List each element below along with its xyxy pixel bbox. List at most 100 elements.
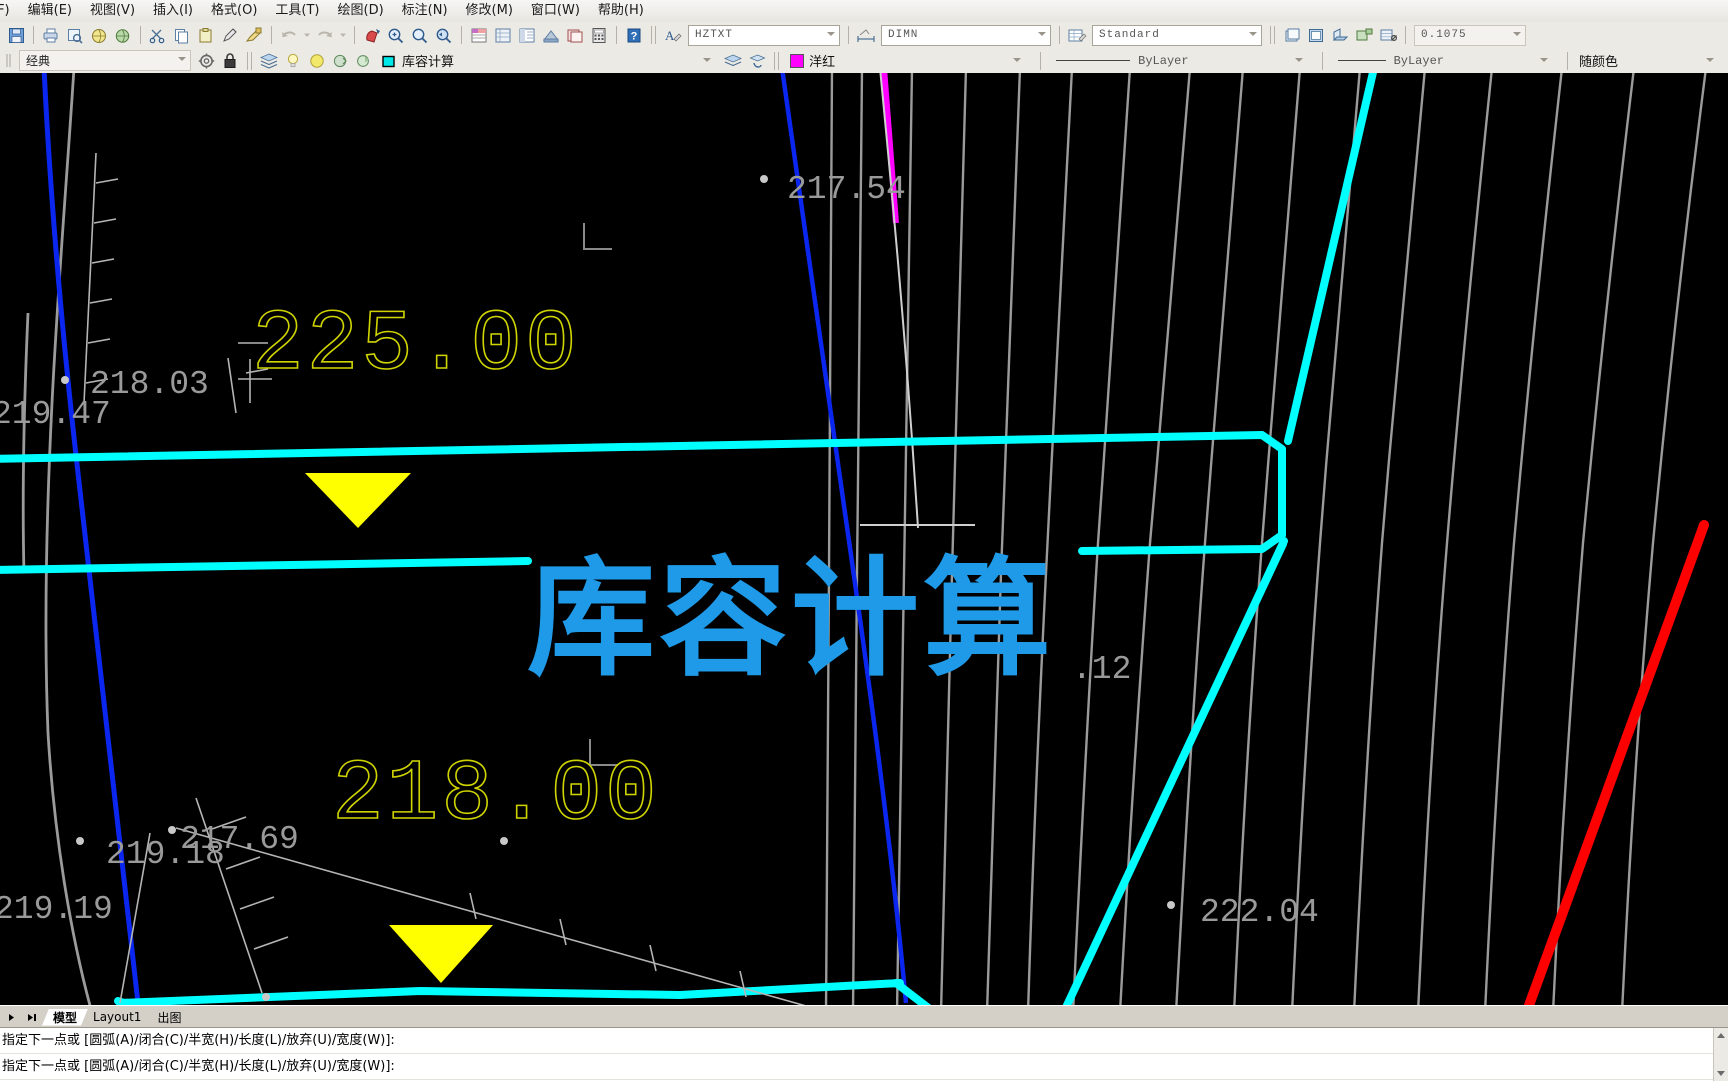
- layer-lock-icon[interactable]: [330, 50, 352, 71]
- zoom-in-icon[interactable]: [385, 25, 407, 46]
- menu-modify[interactable]: 修改(M): [457, 0, 522, 22]
- command-line-area[interactable]: 指定下一点或 [圆弧(A)/闭合(C)/半宽(H)/长度(L)/放弃(U)/宽度…: [0, 1027, 1728, 1081]
- ucs-manager-icon[interactable]: [1353, 25, 1375, 46]
- tab-next-icon[interactable]: [2, 1008, 21, 1026]
- plot-icon[interactable]: [40, 25, 62, 46]
- block-editor-icon[interactable]: [243, 25, 265, 46]
- layer-manager-icon[interactable]: [258, 50, 280, 71]
- workspace-combo[interactable]: 经典: [19, 50, 191, 71]
- text-style-combo[interactable]: HZTXT: [688, 24, 840, 46]
- chevron-down-icon[interactable]: [827, 31, 835, 36]
- table-style-combo[interactable]: Standard: [1092, 24, 1262, 46]
- menu-insert[interactable]: 插入(I): [144, 0, 202, 22]
- plot-preview-icon[interactable]: [64, 25, 86, 46]
- table-style-value: Standard: [1099, 29, 1160, 41]
- tab-layout1[interactable]: Layout1: [82, 1009, 152, 1026]
- contour-label-225: 225.00: [252, 296, 580, 394]
- chevron-down-icon[interactable]: [703, 57, 712, 62]
- autocad-window: (F) 编辑(E) 视图(V) 插入(I) 格式(O) 工具(T) 绘图(D) …: [0, 0, 1728, 1081]
- chevron-down-icon[interactable]: [1513, 31, 1521, 36]
- ucs-world-icon[interactable]: [1281, 25, 1303, 46]
- menu-tools[interactable]: 工具(T): [266, 0, 328, 22]
- layer-plot-icon[interactable]: [354, 50, 376, 71]
- help-icon[interactable]: ?: [623, 25, 645, 46]
- svg-text:?: ?: [631, 30, 638, 42]
- layer-freeze-icon[interactable]: [306, 50, 328, 71]
- zoom-previous-icon[interactable]: [433, 25, 455, 46]
- spot-label-219-47: 219.47: [0, 396, 111, 433]
- menu-help[interactable]: 帮助(H): [589, 0, 653, 22]
- menu-dimension[interactable]: 标注(N): [393, 0, 457, 22]
- text-style-icon[interactable]: A: [662, 25, 684, 46]
- menu-file[interactable]: (F): [0, 0, 19, 22]
- chevron-down-icon[interactable]: [178, 57, 186, 61]
- layer-on-icon[interactable]: [282, 50, 304, 71]
- tool-palettes-icon[interactable]: [516, 25, 538, 46]
- dim-style-icon[interactable]: [855, 25, 877, 46]
- zoom-window-icon[interactable]: [409, 25, 431, 46]
- menu-view[interactable]: 视图(V): [81, 0, 144, 22]
- ucs-settings-icon[interactable]: [1377, 25, 1399, 46]
- publish-icon[interactable]: [88, 25, 110, 46]
- workspace-lock-icon[interactable]: [219, 50, 241, 71]
- standard-toolbar: ? A HZTXT DIMN Standard 0.1075: [0, 22, 1728, 49]
- layer-color-swatch[interactable]: [378, 50, 400, 71]
- copy-icon[interactable]: [171, 25, 193, 46]
- chevron-down-icon[interactable]: [1038, 31, 1046, 36]
- undo-dropdown-icon[interactable]: [302, 25, 312, 46]
- menu-format[interactable]: 格式(O): [202, 0, 266, 22]
- match-properties-icon[interactable]: [219, 25, 241, 46]
- color-swatch: [790, 53, 805, 68]
- layers-properties-toolbar: 经典 库容计算 洋红 ByLayer ByLayer 随颜色: [0, 48, 1728, 74]
- dim-style-combo[interactable]: DIMN: [881, 24, 1051, 46]
- tab-last-icon[interactable]: [23, 1008, 42, 1026]
- command-prompt-line[interactable]: 指定下一点或 [圆弧(A)/闭合(C)/半宽(H)/长度(L)/放弃(U)/宽度…: [0, 1054, 1728, 1080]
- cut-icon[interactable]: [147, 25, 169, 46]
- save-icon[interactable]: [5, 25, 27, 46]
- red-boundary-line: [1523, 520, 1709, 1005]
- sheet-set-icon[interactable]: [540, 25, 562, 46]
- chevron-down-icon[interactable]: [1013, 57, 1022, 62]
- current-linetype-label[interactable]: ByLayer: [1138, 54, 1188, 68]
- paste-icon[interactable]: [195, 25, 217, 46]
- workspace-handle-icon: [3, 50, 15, 71]
- publish-web-icon[interactable]: [112, 25, 134, 46]
- scroll-up-icon[interactable]: [1717, 1033, 1725, 1038]
- redo-dropdown-icon[interactable]: [338, 25, 348, 46]
- menu-bar: (F) 编辑(E) 视图(V) 插入(I) 格式(O) 工具(T) 绘图(D) …: [0, 0, 1728, 23]
- layer-make-current-icon[interactable]: [746, 50, 768, 71]
- chevron-down-icon[interactable]: [1249, 31, 1257, 36]
- calculator-icon[interactable]: [588, 25, 610, 46]
- undo-icon[interactable]: [278, 25, 300, 46]
- contour-label-220: 220.00: [300, 996, 628, 1005]
- layer-previous-icon[interactable]: [722, 50, 744, 71]
- drawing-canvas[interactable]: 217.54 218.03 219.47 .12 219.18 217.69 2…: [0, 73, 1728, 1005]
- current-color-label[interactable]: 洋红: [809, 51, 835, 70]
- current-layer-name[interactable]: 库容计算: [402, 51, 454, 70]
- table-style-icon[interactable]: [1066, 25, 1088, 46]
- design-center-icon[interactable]: [492, 25, 514, 46]
- workspace-value: 经典: [26, 54, 51, 68]
- menu-window[interactable]: 窗口(W): [522, 0, 589, 22]
- tab-model[interactable]: 模型: [42, 1009, 88, 1026]
- pan-realtime-icon[interactable]: [361, 25, 383, 46]
- tab-plot[interactable]: 出图: [146, 1009, 192, 1026]
- redo-icon[interactable]: [314, 25, 336, 46]
- command-scrollbar[interactable]: [1713, 1028, 1728, 1081]
- current-plotstyle-label[interactable]: 随颜色: [1579, 51, 1618, 70]
- chevron-down-icon[interactable]: [1539, 57, 1548, 62]
- markup-set-icon[interactable]: [564, 25, 586, 46]
- scroll-down-icon[interactable]: [1717, 1071, 1725, 1076]
- chevron-down-icon[interactable]: [1294, 57, 1303, 62]
- workspace-settings-icon[interactable]: [195, 50, 217, 71]
- properties-icon[interactable]: [468, 25, 490, 46]
- linetype-preview-line: [1056, 60, 1131, 61]
- current-lineweight-label[interactable]: ByLayer: [1394, 54, 1444, 68]
- ucs-view-icon[interactable]: [1305, 25, 1327, 46]
- menu-draw[interactable]: 绘图(D): [329, 0, 393, 22]
- chevron-down-icon[interactable]: [1706, 57, 1714, 62]
- menu-edit[interactable]: 编辑(E): [19, 0, 81, 22]
- spot-label-222-04: 222.04: [1200, 894, 1319, 931]
- ucs-3point-icon[interactable]: [1329, 25, 1351, 46]
- lineweight-display-combo[interactable]: 0.1075: [1414, 24, 1526, 46]
